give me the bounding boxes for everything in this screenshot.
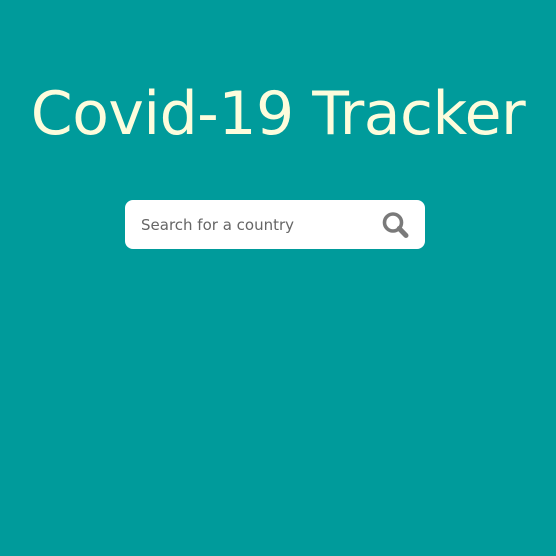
page-title: Covid-19 Tracker bbox=[30, 79, 526, 149]
search-icon bbox=[382, 212, 409, 238]
page: Covid-19 Tracker bbox=[0, 0, 556, 556]
search-input[interactable] bbox=[139, 200, 369, 249]
search-button[interactable] bbox=[380, 210, 412, 240]
